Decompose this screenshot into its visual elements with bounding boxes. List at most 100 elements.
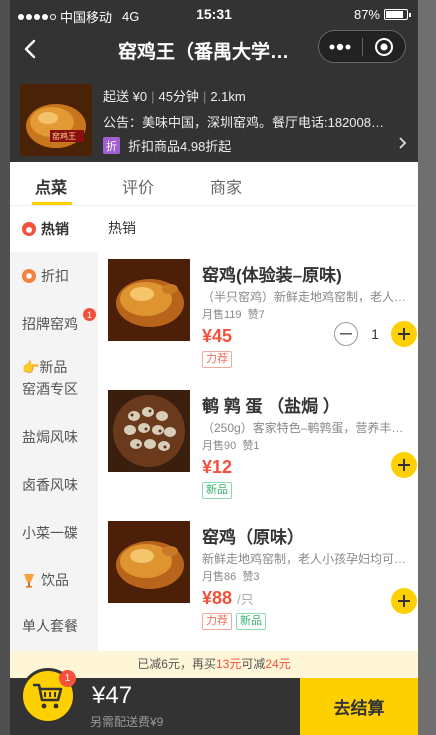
distance: 2.1km <box>210 89 246 104</box>
sidebar-item-label: 卤香风味 <box>22 477 78 493</box>
sidebar-item-hot[interactable]: 热销 <box>10 206 98 252</box>
section-title: 热销 <box>108 220 136 236</box>
battery-percent: 87% <box>353 7 380 22</box>
sidebar-item-discount[interactable]: 折扣 <box>10 252 98 300</box>
more-button[interactable] <box>319 31 362 62</box>
close-mini-program-button[interactable] <box>363 31 406 62</box>
checkout-button[interactable]: 去结算 <box>300 678 418 735</box>
cart-bar: 1 ¥47 另需配送费¥9 去结算 <box>10 668 418 735</box>
shop-notice: 公告：美味中国，深圳窑鸡。餐厅电话:182008… <box>103 115 384 130</box>
sidebar-badge: 1 <box>83 308 96 321</box>
cart-total: ¥47 <box>92 682 133 709</box>
sidebar-item-label: 👉新品 <box>22 359 68 375</box>
tab-reviews[interactable]: 评价 <box>122 174 154 198</box>
dish-name: 窑鸡（原味） <box>202 528 304 547</box>
plus-icon <box>398 595 410 607</box>
nav-bar: 窑鸡王（番禺大学… <box>10 28 418 70</box>
add-to-cart-button[interactable] <box>391 321 417 347</box>
sidebar-item-single-set[interactable]: 单人套餐 <box>10 603 98 649</box>
more-dots-icon <box>329 43 351 50</box>
phone-screen: 中国移动 4G 15:31 87% 窑鸡王（番禺大学… 窑鸡王 起送 ¥0 | … <box>10 0 418 735</box>
sidebar-item-label: 单人套餐 <box>22 618 78 634</box>
battery-icon <box>384 9 411 20</box>
recommend-tag: 力荐 <box>202 613 232 630</box>
dish-name: 窑鸡(体验装–原味) <box>202 266 342 285</box>
dish-tags: 力荐 <box>202 351 232 368</box>
monthly-sales: 月售86 <box>202 571 237 583</box>
dish-description: （250g）客家特色–鹌鹑蛋，营养丰… <box>202 421 404 435</box>
sidebar-item-label: 小菜一碟 <box>22 525 78 541</box>
dish-tags: 新品 <box>202 482 232 499</box>
monthly-sales: 月售119 <box>202 309 242 321</box>
promo-reduction: 24元 <box>265 657 291 671</box>
target-icon <box>374 37 393 56</box>
monthly-sales: 月售90 <box>202 440 237 452</box>
sidebar-item-side-dishes[interactable]: 小菜一碟 <box>10 509 98 557</box>
likes-count: 赞3 <box>242 571 260 583</box>
back-button[interactable] <box>18 36 44 62</box>
plus-icon <box>398 328 410 340</box>
sidebar-item-label: 饮品 <box>41 572 69 588</box>
dish-price: ¥45 <box>202 326 233 346</box>
dish-tags: 力荐 新品 <box>202 613 266 630</box>
sidebar-item-label: 盐焗风味 <box>22 429 78 445</box>
shop-logo-text: 窑鸡王 <box>52 132 76 141</box>
dish-sales: 月售119 赞7 <box>202 306 265 322</box>
delivery-time: 45分钟 <box>158 89 199 104</box>
tab-order[interactable]: 点菜 <box>35 174 67 198</box>
plus-icon <box>398 459 410 471</box>
tab-merchant[interactable]: 商家 <box>210 174 242 198</box>
dish-image <box>108 390 190 472</box>
min-order: 起送 ¥0 <box>103 89 148 104</box>
promo-amount: 13元 <box>215 657 242 671</box>
dish-price: ¥12 <box>202 457 233 477</box>
status-bar: 中国移动 4G 15:31 87% <box>10 0 418 28</box>
mini-program-capsule <box>318 30 406 63</box>
recommend-tag: 力荐 <box>202 351 232 368</box>
sidebar-item-label: 折扣 <box>41 268 69 284</box>
decrease-quantity-button[interactable] <box>334 322 358 346</box>
chevron-left-icon <box>24 39 36 59</box>
sidebar-item-label: 热销 <box>41 221 69 237</box>
likes-count: 赞1 <box>242 440 260 452</box>
page-title: 窑鸡王（番禺大学… <box>118 42 290 63</box>
shop-discount: 折 折扣商品4.98折起 <box>103 136 231 155</box>
cart-icon <box>33 683 63 709</box>
new-tag: 新品 <box>202 482 232 499</box>
list-item[interactable]: 窑鸡(体验装–原味) （半只窑鸡）新鲜走地鸡窑制，老人… 月售119 赞7 ¥4… <box>98 259 418 384</box>
discount-icon <box>22 269 36 283</box>
sidebar-item-braised[interactable]: 卤香风味 <box>10 461 98 509</box>
shop-header[interactable]: 窑鸡王 起送 ¥0 | 45分钟 | 2.1km 公告：美味中国，深圳窑鸡。餐厅电话:1… <box>10 70 418 162</box>
sidebar-item-new-wine[interactable]: 👉新品 窑酒专区 <box>10 348 98 408</box>
dish-description: （半只窑鸡）新鲜走地鸡窑制，老人… <box>202 290 407 304</box>
minus-icon <box>340 333 352 335</box>
cart-count-badge: 1 <box>59 670 76 687</box>
add-to-cart-button[interactable] <box>391 452 417 478</box>
drink-icon <box>24 574 34 588</box>
dish-price: ¥88 /只 <box>202 588 254 609</box>
dish-name: 鹌 鹑 蛋 （盐焗 ） <box>202 397 340 416</box>
sidebar-item-salt-baked[interactable]: 盐焗风味 <box>10 413 98 461</box>
sidebar-item-label: 窑酒专区 <box>22 381 78 397</box>
list-item[interactable]: 鹌 鹑 蛋 （盐焗 ） （250g）客家特色–鹌鹑蛋，营养丰… 月售90 赞1 … <box>98 390 418 515</box>
dish-list: 热销 窑鸡(体验装–原味) （半只窑鸡）新鲜走地鸡窑制，老人… 月售119 赞7… <box>98 206 418 651</box>
list-item[interactable]: 窑鸡（原味） 新鲜走地鸡窑制，老人小孩孕妇均可… 月售86 赞3 ¥88 /只 … <box>98 521 418 646</box>
category-sidebar: 热销 折扣 招牌窑鸡 1 👉新品 窑酒专区 盐焗风味 卤香风味 小菜一碟 饮品 … <box>10 206 98 651</box>
dish-sales: 月售90 赞1 <box>202 437 260 453</box>
tab-bar: 点菜 评价 商家 <box>10 162 418 206</box>
sidebar-item-label: 招牌窑鸡 <box>22 316 78 332</box>
sidebar-item-signature-chicken[interactable]: 招牌窑鸡 1 <box>10 300 98 348</box>
promo-text: 已减6元，再买 <box>137 657 216 671</box>
add-to-cart-button[interactable] <box>391 588 417 614</box>
chevron-right-icon[interactable] <box>398 136 408 150</box>
dish-image <box>108 259 190 341</box>
background-app-left <box>0 0 10 735</box>
shop-delivery-info: 起送 ¥0 | 45分钟 | 2.1km <box>103 89 246 104</box>
new-tag: 新品 <box>236 613 266 630</box>
discount-tag: 折 <box>103 137 120 154</box>
price-unit: /只 <box>237 592 254 607</box>
price-value: ¥88 <box>202 588 233 608</box>
sidebar-item-drinks[interactable]: 饮品 <box>10 557 98 603</box>
dish-description: 新鲜走地鸡窑制，老人小孩孕妇均可… <box>202 552 407 566</box>
dish-sales: 月售86 赞3 <box>202 568 260 584</box>
